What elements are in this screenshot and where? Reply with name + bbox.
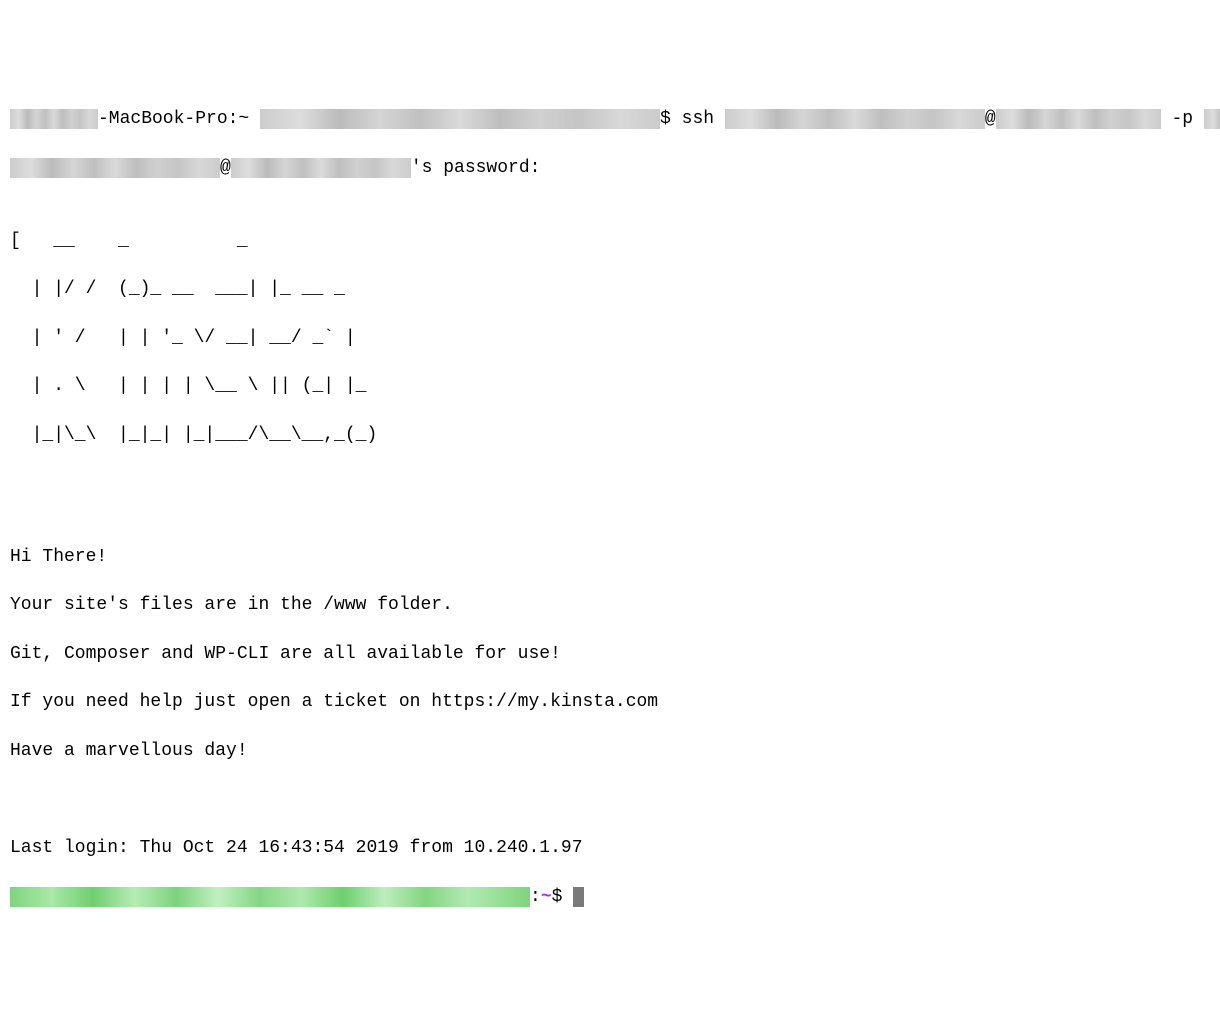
terminal-cursor[interactable] bbox=[573, 887, 584, 907]
blank-line-1 bbox=[10, 496, 1210, 520]
motd-line-4: If you need help just open a ticket on h… bbox=[10, 690, 1210, 714]
redacted-ssh-user bbox=[725, 109, 985, 129]
port-flag: -p bbox=[1161, 109, 1204, 129]
motd-line-5: Have a marvellous day! bbox=[10, 739, 1210, 763]
ascii-line-4: | . \ | | | | \__ \ || (_| |_ bbox=[10, 374, 1210, 398]
password-label: 's password: bbox=[411, 158, 541, 178]
prompt-colon: : bbox=[530, 887, 541, 907]
redacted-pw-user bbox=[10, 158, 220, 178]
last-login-line: Last login: Thu Oct 24 16:43:54 2019 fro… bbox=[10, 836, 1210, 860]
redacted-pw-host bbox=[231, 158, 411, 178]
ascii-line-2: | |/ / (_)_ __ ___| |_ __ _ bbox=[10, 277, 1210, 301]
local-prompt-line: -MacBook-Pro:~ $ ssh @ -p bbox=[10, 107, 1210, 131]
ascii-line-5: |_|\_\ |_|_| |_|___/\__\__,_(_) bbox=[10, 423, 1210, 447]
password-prompt-line: @ 's password: bbox=[10, 156, 1210, 180]
hostname-suffix: -MacBook-Pro:~ bbox=[98, 109, 260, 129]
blank-line-2 bbox=[10, 788, 1210, 812]
redacted-local-username bbox=[260, 109, 660, 129]
prompt-tilde: ~ bbox=[541, 887, 552, 907]
prompt-char: $ bbox=[660, 109, 682, 129]
redacted-ssh-port bbox=[1204, 109, 1220, 129]
at-sign: @ bbox=[985, 109, 996, 129]
motd-line-2: Your site's files are in the /www folder… bbox=[10, 593, 1210, 617]
at-sign-2: @ bbox=[220, 158, 231, 178]
motd-line-3: Git, Composer and WP-CLI are all availab… bbox=[10, 642, 1210, 666]
motd-line-1: Hi There! bbox=[10, 545, 1210, 569]
ascii-line-1: [ __ _ _ bbox=[10, 229, 1210, 253]
ascii-line-3: | ' / | | '_ \/ __| __/ _` | bbox=[10, 326, 1210, 350]
ssh-command: ssh bbox=[682, 109, 725, 129]
redacted-local-user-prefix bbox=[10, 109, 98, 129]
remote-prompt-char: $ bbox=[552, 887, 574, 907]
redacted-remote-host bbox=[10, 887, 530, 907]
ascii-art-banner: [ __ _ _ | |/ / (_)_ __ ___| |_ __ _ | '… bbox=[10, 204, 1210, 471]
redacted-ssh-host bbox=[996, 109, 1161, 129]
remote-prompt-line[interactable]: :~$ bbox=[10, 885, 1210, 909]
